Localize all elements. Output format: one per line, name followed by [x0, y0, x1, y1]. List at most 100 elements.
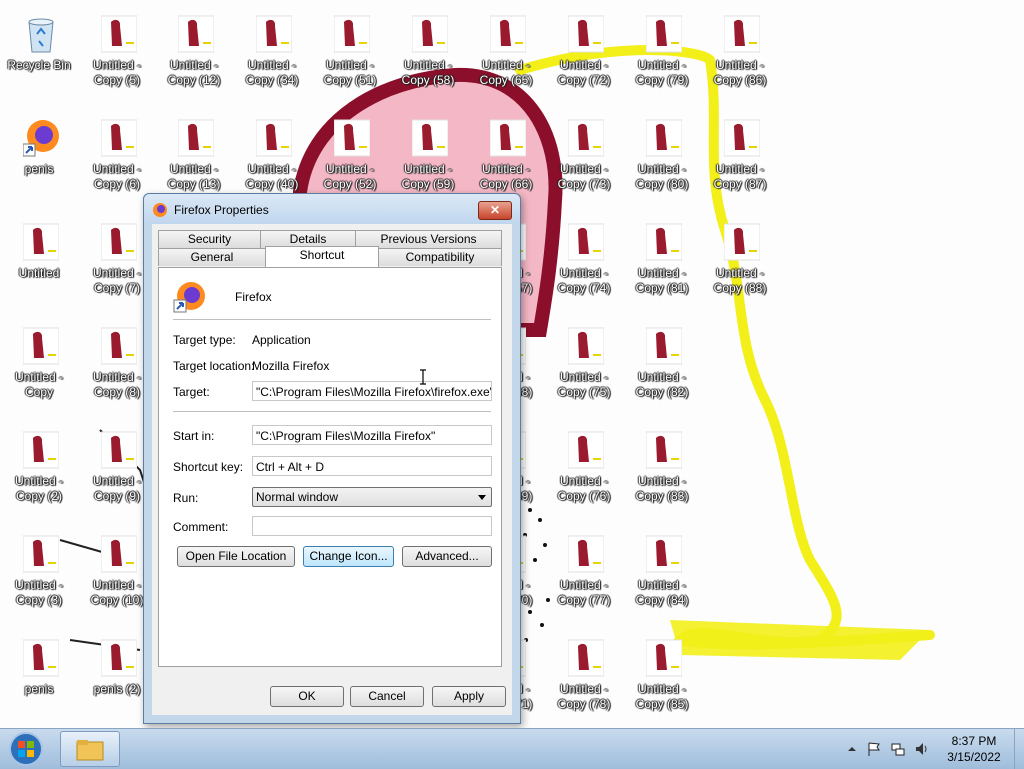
paint-file-icon[interactable]: Untitled - Copy (65) [467, 8, 545, 108]
paint-image-icon [568, 639, 604, 677]
close-button[interactable]: ✕ [478, 201, 512, 220]
paint-file-icon[interactable]: Untitled [0, 216, 78, 316]
folder-icon [76, 740, 104, 761]
volume-icon[interactable] [914, 741, 930, 757]
explorer-taskbar-button[interactable] [60, 731, 120, 767]
paint-file-icon[interactable]: Untitled - Copy (78) [545, 632, 623, 728]
clock-time[interactable]: 8:37 PM [944, 734, 1004, 748]
ok-button[interactable]: OK [270, 686, 344, 707]
paint-file-icon[interactable]: Untitled - Copy (85) [623, 632, 701, 728]
paint-image-icon [568, 431, 604, 469]
desktop-icon-label: Untitled - Copy (84) [635, 578, 689, 607]
title-bar[interactable]: Firefox Properties ✕ [144, 194, 520, 224]
firefox-icon [23, 120, 59, 157]
paint-file-icon[interactable]: Untitled - Copy (83) [623, 424, 701, 524]
comment-label: Comment: [173, 520, 229, 534]
paint-file-icon[interactable]: Untitled - Copy (77) [545, 528, 623, 628]
tab-shortcut[interactable]: Shortcut [265, 246, 379, 267]
desktop-icon-label: Untitled - Copy (87) [713, 162, 767, 191]
run-select[interactable]: Normal window [252, 487, 492, 507]
desktop-icon-label: penis [24, 162, 54, 176]
network-icon[interactable] [890, 741, 906, 757]
tab-general[interactable]: General [158, 248, 266, 266]
desktop-icon-label: Untitled - Copy (3) [14, 578, 64, 607]
shortcut-key-input[interactable]: Ctrl + Alt + D [252, 456, 492, 476]
desktop-icon-label: Untitled - Copy (80) [635, 162, 689, 191]
cancel-button[interactable]: Cancel [350, 686, 424, 707]
paint-image-icon [724, 223, 760, 261]
paint-file-icon[interactable]: Untitled - Copy (73) [545, 112, 623, 212]
paint-image-icon [646, 327, 682, 365]
firefox-shortcut[interactable]: penis [0, 112, 78, 212]
desktop-icon-label: Untitled - Copy (83) [635, 474, 689, 503]
change-icon-button[interactable]: Change Icon... [303, 546, 394, 567]
paint-file-icon[interactable]: Untitled - Copy (2) [0, 424, 78, 524]
paint-image-icon [412, 119, 448, 157]
paint-file-icon[interactable]: Untitled - Copy (72) [545, 8, 623, 108]
shortcut-key-label: Shortcut key: [173, 460, 244, 474]
paint-image-icon [646, 639, 682, 677]
paint-image-icon [101, 327, 137, 365]
desktop-icon-label: Untitled - Copy (5) [92, 58, 142, 87]
paint-file-icon[interactable]: Untitled - Copy (76) [545, 424, 623, 524]
paint-image-icon [101, 535, 137, 573]
paint-image-icon [334, 119, 370, 157]
paint-file-icon[interactable]: Untitled - Copy (82) [623, 320, 701, 420]
desktop-icon-label: Untitled - Copy (66) [479, 162, 533, 191]
tab-compatibility[interactable]: Compatibility [378, 248, 502, 266]
paint-file-icon[interactable]: Untitled - Copy (5) [78, 8, 156, 108]
paint-image-icon [23, 535, 59, 573]
chevron-down-icon [478, 495, 486, 500]
paint-file-icon[interactable]: Untitled - Copy (87) [701, 112, 779, 212]
start-in-input[interactable]: "C:\Program Files\Mozilla Firefox" [252, 425, 492, 445]
paint-image-icon [23, 639, 59, 677]
paint-file-icon[interactable]: Untitled - Copy (34) [233, 8, 311, 108]
paint-file-icon[interactable]: Untitled - Copy (51) [311, 8, 389, 108]
tab-security[interactable]: Security [158, 230, 261, 248]
desktop-icon-label: Untitled - Copy (75) [557, 370, 611, 399]
paint-file-icon[interactable]: Untitled - Copy (58) [389, 8, 467, 108]
chevron-up-icon[interactable] [844, 741, 860, 757]
paint-image-icon [568, 223, 604, 261]
desktop-icon-label: Untitled - Copy (6) [92, 162, 142, 191]
paint-file-icon[interactable]: Untitled - Copy (84) [623, 528, 701, 628]
show-desktop-button[interactable] [1014, 729, 1024, 769]
desktop-icon-label: Untitled - Copy (65) [479, 58, 533, 87]
paint-image-icon [23, 431, 59, 469]
paint-file-icon[interactable]: Untitled - Copy (86) [701, 8, 779, 108]
desktop-icon-label: Untitled - Copy (72) [557, 58, 611, 87]
paint-file-icon[interactable]: Untitled - Copy (3) [0, 528, 78, 628]
paint-file-icon[interactable]: Untitled - Copy (74) [545, 216, 623, 316]
paint-image-icon [256, 15, 292, 53]
advanced-button[interactable]: Advanced... [402, 546, 492, 567]
recycle-bin-icon[interactable]: Recycle Bin [0, 8, 78, 108]
desktop-icon-label: Untitled - Copy (85) [635, 682, 689, 711]
desktop-icon-label: Untitled - Copy (77) [557, 578, 611, 607]
flag-icon[interactable] [866, 741, 882, 757]
paint-file-icon[interactable]: Untitled - Copy (79) [623, 8, 701, 108]
target-input[interactable]: "C:\Program Files\Mozilla Firefox\firefo… [252, 381, 492, 401]
open-file-location-button[interactable]: Open File Location [177, 546, 295, 567]
paint-image-icon [490, 119, 526, 157]
paint-file-icon[interactable]: Untitled - Copy (81) [623, 216, 701, 316]
paint-image-icon [334, 15, 370, 53]
paint-file-icon[interactable]: Untitled - Copy (75) [545, 320, 623, 420]
paint-image-icon [568, 119, 604, 157]
firefox-icon [173, 282, 205, 313]
paint-file-icon[interactable]: Untitled - Copy (12) [155, 8, 233, 108]
firefox-icon [153, 203, 167, 217]
paint-file-icon[interactable]: Untitled - Copy [0, 320, 78, 420]
paint-file-icon[interactable]: penis [0, 632, 78, 728]
paint-file-icon[interactable]: Untitled - Copy (80) [623, 112, 701, 212]
start-button[interactable] [6, 731, 46, 767]
desktop-icon-label: Untitled - Copy (40) [245, 162, 299, 191]
desktop-icon-label: Untitled - Copy (73) [557, 162, 611, 191]
paint-image-icon [646, 223, 682, 261]
paint-image-icon [568, 535, 604, 573]
clock-date[interactable]: 3/15/2022 [944, 750, 1004, 764]
comment-input[interactable] [252, 516, 492, 536]
desktop-icon-label: Untitled - Copy (81) [635, 266, 689, 295]
paint-image-icon [101, 119, 137, 157]
apply-button[interactable]: Apply [432, 686, 506, 707]
paint-file-icon[interactable]: Untitled - Copy (88) [701, 216, 779, 316]
